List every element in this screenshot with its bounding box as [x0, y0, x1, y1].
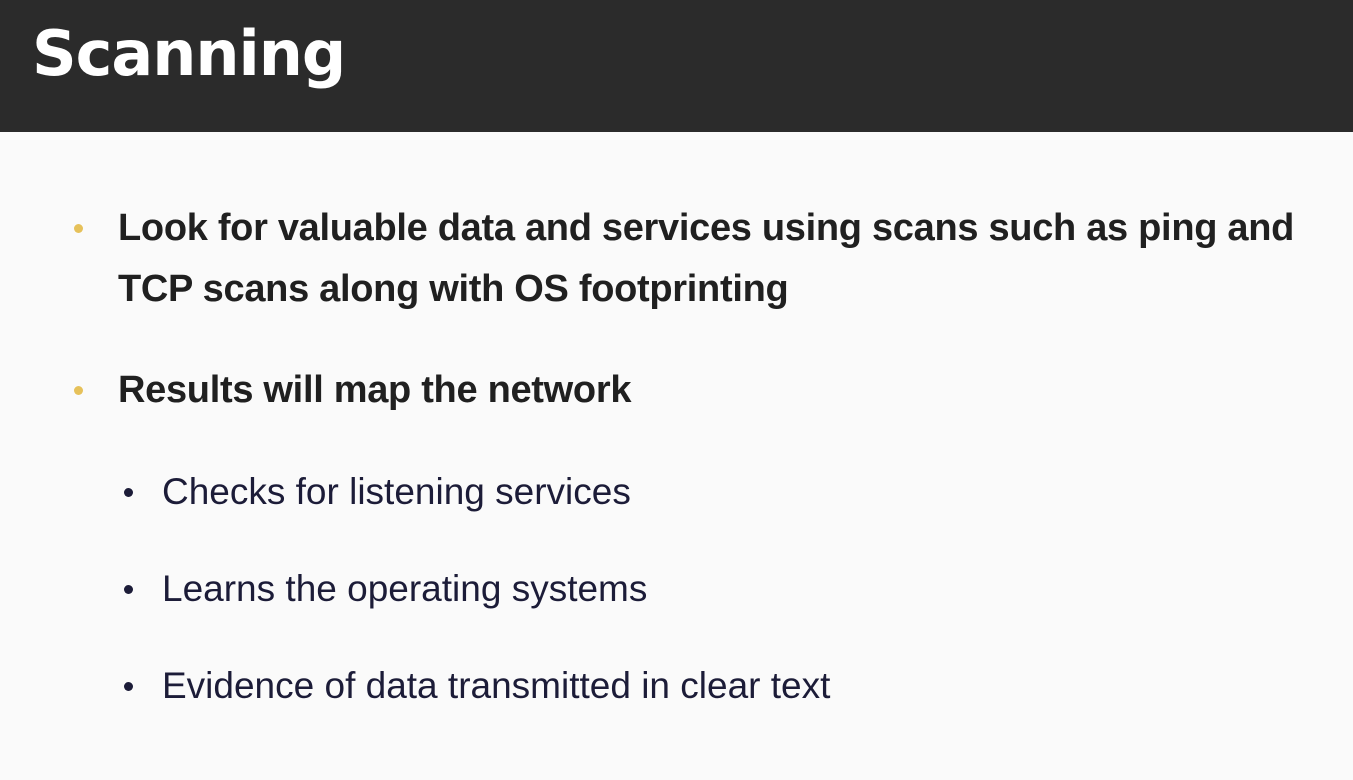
slide: Scanning Look for valuable data and serv… — [0, 0, 1353, 780]
sub-bullet-item-1: Checks for listening services — [162, 471, 631, 512]
bullet-dot-icon — [74, 386, 83, 395]
bullet-item-2: Results will map the network — [118, 369, 632, 411]
sub-bullet-item-2: Learns the operating systems — [162, 568, 648, 609]
sub-bullet-item-3: Evidence of data transmitted in clear te… — [162, 665, 831, 706]
bullet-dot-icon — [74, 224, 83, 233]
sub-bullet-dot-icon — [124, 488, 133, 497]
title-bar: Scanning — [0, 0, 1353, 132]
sub-bullet-dot-icon — [124, 682, 133, 691]
slide-title: Scanning — [32, 17, 346, 90]
bullet-item-1: Look for valuable data and services usin… — [118, 207, 1295, 310]
sub-bullet-dot-icon — [124, 585, 133, 594]
